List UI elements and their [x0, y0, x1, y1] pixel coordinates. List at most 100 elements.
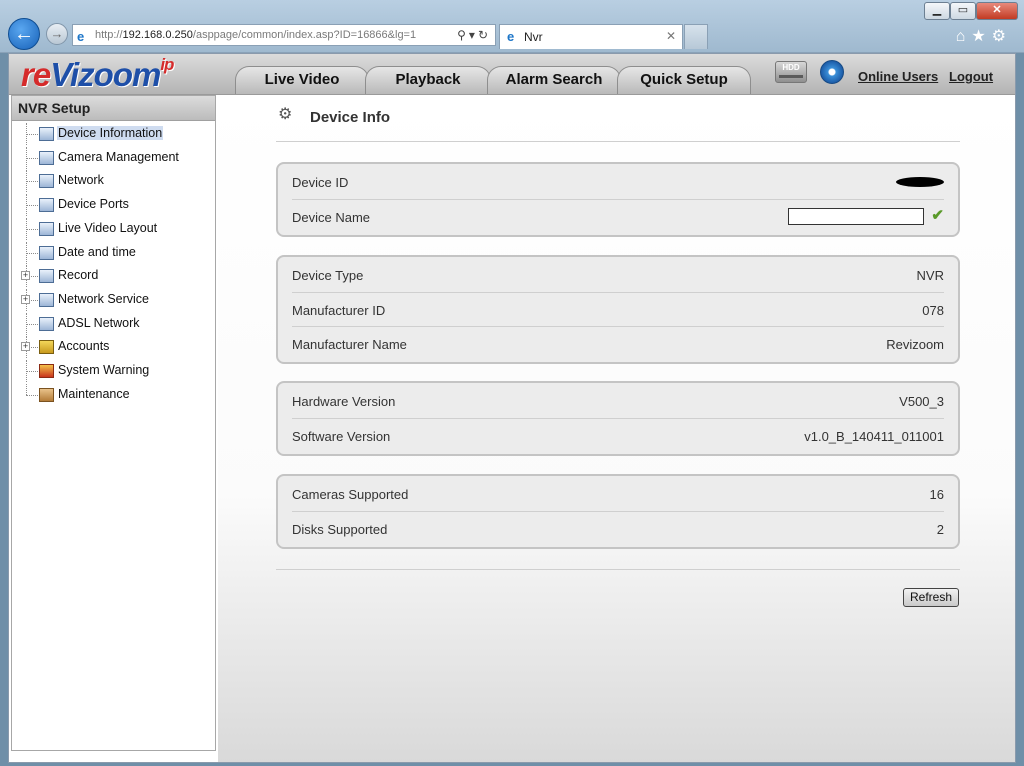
refresh-button[interactable]: Refresh — [903, 588, 959, 607]
tab-live-video[interactable]: Live Video — [235, 66, 369, 94]
divider — [276, 141, 960, 142]
manufacturer-name-value: Revizoom — [886, 337, 944, 352]
tree-connector — [26, 252, 38, 254]
tab-playback[interactable]: Playback — [365, 66, 491, 94]
minimize-button[interactable]: ▁ — [924, 2, 950, 20]
browser-tab[interactable]: e Nvr ✕ — [499, 24, 683, 49]
tree-connector — [26, 394, 38, 396]
hardware-version-value: V500_3 — [899, 394, 944, 409]
sidebar-item-label: Record — [58, 268, 99, 283]
tree-connector — [26, 157, 38, 159]
refresh-page-icon[interactable]: ↻ — [478, 28, 491, 42]
sidebar-item[interactable]: Camera Management — [12, 146, 212, 169]
disks-supported-label: Disks Supported — [292, 522, 388, 537]
port-icon — [39, 198, 54, 213]
network-service-icon — [39, 292, 54, 307]
sidebar-item-label: System Warning — [58, 363, 150, 377]
tab-title: Nvr — [524, 30, 543, 44]
expand-icon[interactable]: + — [21, 294, 30, 304]
sidebar-item-label: Maintenance — [58, 386, 130, 401]
disks-supported-row: Disks Supported 2 — [292, 511, 944, 545]
sidebar-item[interactable]: ADSL Network — [12, 312, 212, 335]
logout-link[interactable]: Logout — [949, 69, 993, 84]
sidebar-item[interactable]: Maintenance — [12, 383, 212, 406]
disks-supported-value: 2 — [936, 522, 944, 537]
dropdown-icon[interactable]: ▾ — [469, 28, 478, 42]
window-close-button[interactable]: ✕ — [976, 2, 1018, 20]
document-icon — [39, 127, 54, 141]
sidebar: NVR Setup Device Information Camera Manag… — [11, 95, 216, 751]
forward-button[interactable]: → — [46, 23, 68, 45]
ie-logo-icon: e — [77, 29, 85, 44]
hdd-status-icon[interactable]: HDD — [775, 61, 807, 83]
sidebar-item[interactable]: System Warning — [12, 360, 212, 382]
maximize-button[interactable]: ▭ — [950, 2, 976, 20]
cameras-supported-row: Cameras Supported 16 — [292, 477, 944, 510]
capacity-group: Cameras Supported 16 Disks Supported 2 — [276, 474, 960, 549]
device-id-label: Device ID — [292, 175, 349, 190]
sidebar-title: NVR Setup — [12, 96, 215, 121]
adsl-icon — [39, 316, 54, 331]
browser-chrome: ▁ ▭ ✕ ← → e http://192.168.0.250/asppage… — [0, 0, 1024, 53]
expand-icon[interactable]: + — [21, 342, 30, 352]
divider — [276, 569, 960, 570]
device-name-row: Device Name ✔ — [292, 199, 944, 233]
settings-tree: Device Information Camera Management Netwo… — [12, 123, 215, 413]
sidebar-item-label: Network — [58, 173, 104, 188]
device-id-value-redacted — [896, 177, 944, 187]
accounts-icon — [39, 340, 54, 355]
star-icon[interactable]: ★ — [971, 28, 991, 45]
sidebar-item[interactable]: Device Ports — [12, 194, 212, 217]
network-icon — [39, 174, 54, 189]
hardware-version-row: Hardware Version V500_3 — [292, 384, 944, 417]
sidebar-item[interactable]: + Network Service — [12, 288, 212, 311]
sidebar-item-label: Device Information — [57, 126, 164, 140]
maintenance-icon — [39, 387, 54, 402]
app-header: reVizoomip Live Video Playback Alarm Sea… — [9, 54, 1015, 95]
cameras-supported-label: Cameras Supported — [292, 487, 409, 502]
sidebar-item[interactable]: + Accounts — [12, 336, 212, 359]
cameras-supported-value: 16 — [929, 487, 944, 502]
device-type-value: NVR — [916, 268, 944, 283]
layout-icon — [39, 221, 54, 236]
record-icon — [39, 269, 54, 284]
tree-connector — [26, 228, 38, 230]
sidebar-item-label: Network Service — [58, 291, 149, 306]
online-users-link[interactable]: Online Users — [858, 69, 938, 84]
sidebar-item[interactable]: Network — [12, 170, 212, 193]
tab-quick-setup[interactable]: Quick Setup — [617, 66, 751, 94]
manufacturer-name-row: Manufacturer Name Revizoom — [292, 326, 944, 360]
back-button[interactable]: ← — [8, 18, 40, 50]
check-icon[interactable]: ✔ — [931, 206, 944, 224]
sidebar-item[interactable]: Live Video Layout — [12, 217, 212, 240]
search-icon[interactable]: ⚲ — [457, 28, 469, 42]
version-group: Hardware Version V500_3 Software Version… — [276, 381, 960, 456]
sidebar-item[interactable]: + Record — [12, 265, 212, 288]
new-tab-button[interactable] — [684, 24, 708, 49]
hardware-version-label: Hardware Version — [292, 394, 396, 409]
sidebar-item-label: Device Ports — [58, 197, 129, 212]
disc-icon[interactable] — [820, 60, 844, 84]
address-bar[interactable]: e http://192.168.0.250/asppage/common/in… — [72, 24, 496, 46]
sidebar-item-label: ADSL Network — [58, 315, 140, 330]
tab-close-icon[interactable]: ✕ — [666, 29, 676, 43]
sidebar-item-label: Camera Management — [58, 149, 179, 164]
sidebar-item-label: Date and time — [58, 244, 136, 259]
calendar-icon — [39, 245, 54, 260]
tree-connector — [26, 205, 38, 207]
sidebar-item[interactable]: Date and time — [12, 241, 212, 264]
home-icon[interactable]: ⌂ — [956, 28, 972, 45]
main-content: ⚙ Device Info Device ID Device Name ✔ De… — [218, 95, 1015, 762]
url-text: http://192.168.0.250/asppage/common/inde… — [95, 29, 417, 41]
gear-icon[interactable]: ⚙ — [992, 28, 1012, 45]
sidebar-item[interactable]: Device Information — [12, 123, 212, 145]
expand-icon[interactable]: + — [21, 271, 30, 281]
tree-connector — [26, 181, 38, 183]
warning-icon — [39, 364, 54, 378]
device-name-input[interactable] — [788, 208, 924, 225]
manufacturer-group: Device Type NVR Manufacturer ID 078 Manu… — [276, 255, 960, 364]
forward-arrow-icon: → — [50, 26, 64, 41]
device-name-label: Device Name — [292, 210, 371, 225]
tab-alarm-search[interactable]: Alarm Search — [487, 66, 621, 94]
settings-icon: ⚙ — [278, 106, 293, 123]
